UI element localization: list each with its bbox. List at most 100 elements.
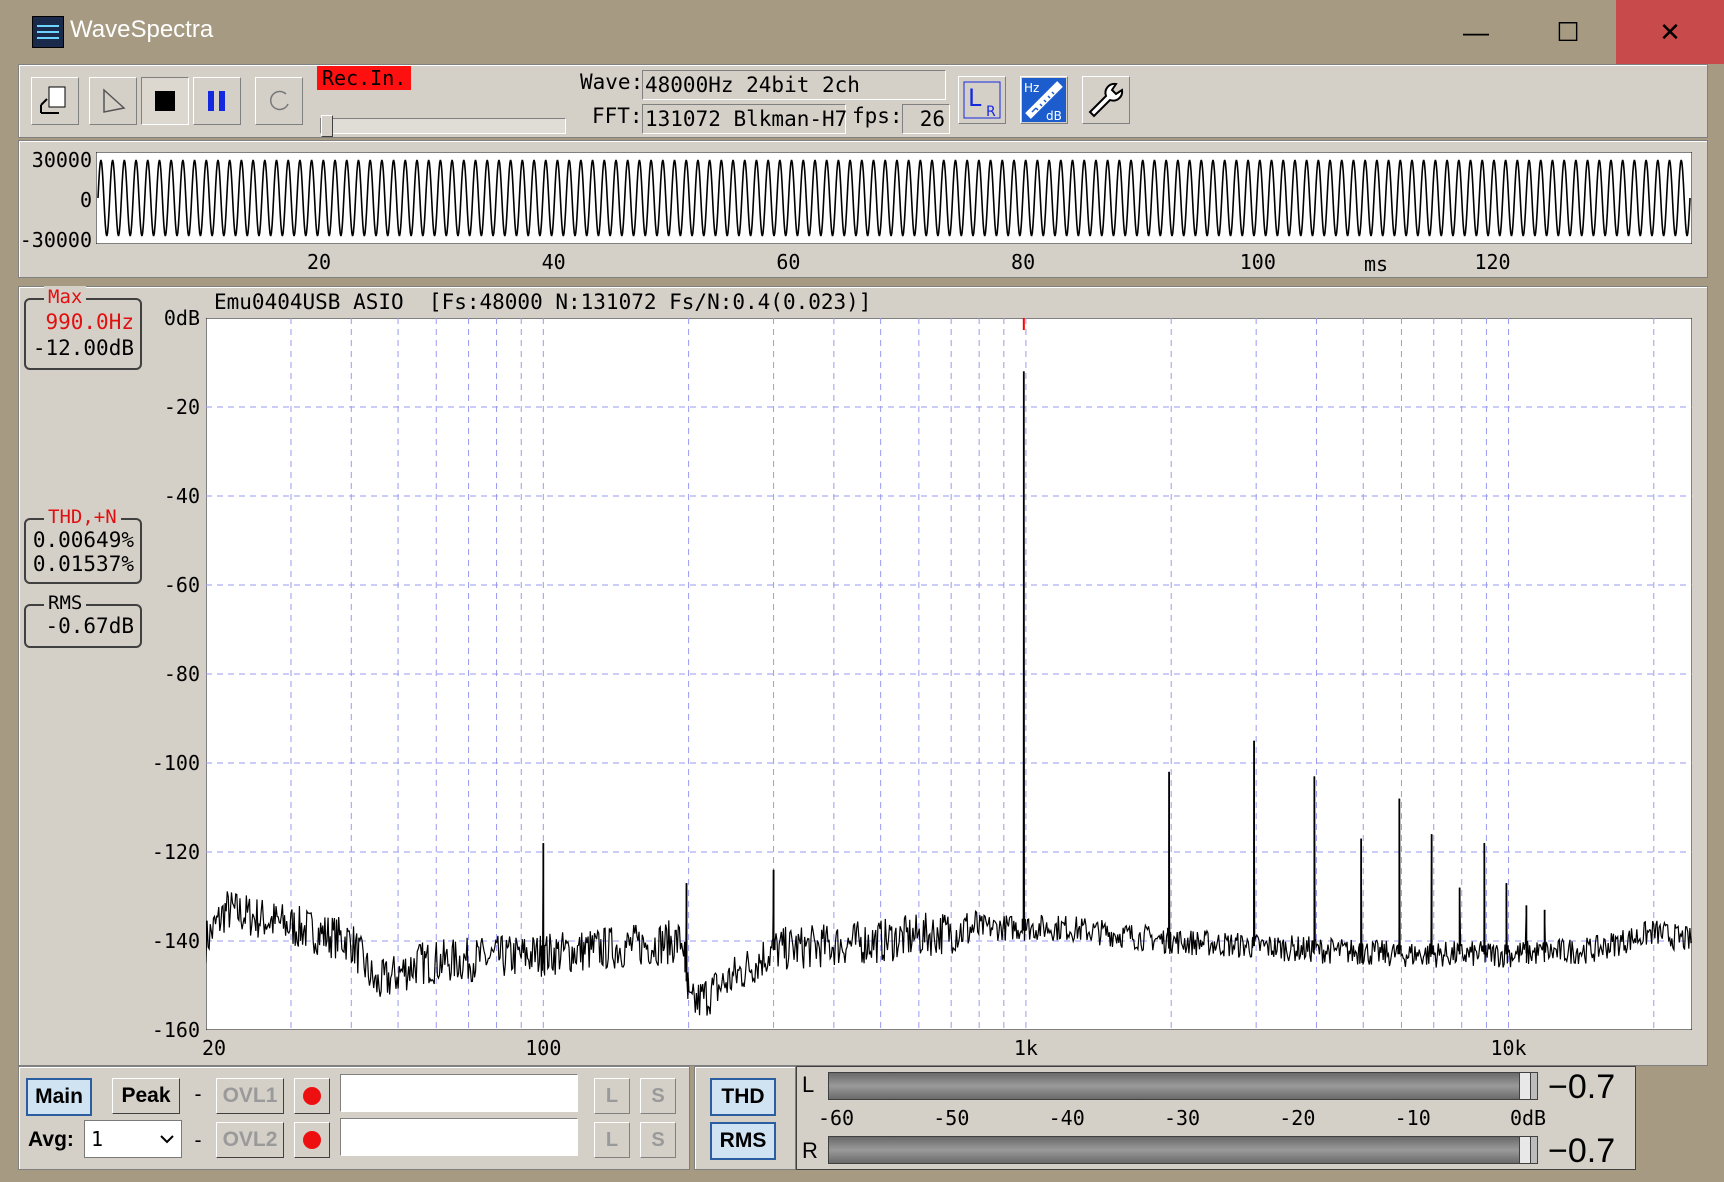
waveform-y-tick: -30000 <box>19 228 92 252</box>
ovl2-name-field[interactable] <box>340 1118 578 1156</box>
waveform-y-tick: 0 <box>79 188 92 212</box>
wavespectra-app-icon <box>32 16 64 48</box>
left-level-bar <box>828 1072 1538 1100</box>
position-slider[interactable] <box>320 115 566 137</box>
thdn-value: 0.01537% <box>32 552 134 576</box>
meter-scale-tick: -20 <box>1279 1106 1316 1130</box>
meter-scale-tick: -40 <box>1048 1106 1085 1130</box>
hz-db-ruler-icon: Hz dB <box>1022 78 1066 122</box>
spectrum-x-tick: 1k <box>1013 1036 1038 1060</box>
avg-select[interactable]: 1 <box>84 1120 182 1158</box>
right-level-value: −0.7 <box>1548 1132 1616 1170</box>
file-open-icon <box>40 86 66 114</box>
left-level-fill <box>829 1073 1519 1099</box>
rms-readout: RMS -0.67dB <box>24 592 142 648</box>
spectrum-y-tick: -60 <box>163 573 200 597</box>
ovl2-load-button[interactable]: L <box>594 1122 630 1158</box>
avg-label: Avg: <box>28 1128 74 1151</box>
maximize-icon: ☐ <box>1556 16 1580 47</box>
ovl1-name-field[interactable] <box>340 1074 578 1112</box>
svg-text:dB: dB <box>1046 109 1062 122</box>
left-peak-hold <box>1518 1072 1531 1100</box>
minimize-icon: — <box>1463 16 1489 47</box>
main-button[interactable]: Main <box>26 1078 92 1116</box>
thd-readout: THD,+N 0.00649% 0.01537% <box>24 506 142 584</box>
close-button[interactable]: ✕ <box>1616 0 1724 64</box>
meter-left-label: L <box>802 1072 815 1097</box>
right-peak-hold <box>1518 1136 1531 1164</box>
waveform-x-tick: 80 <box>1011 250 1036 274</box>
spectrum-plot[interactable] <box>206 318 1692 1030</box>
ovl1-load-button[interactable]: L <box>594 1078 630 1114</box>
waveform-x-tick: 120 <box>1474 250 1511 274</box>
avg-selected-value: 1 <box>91 1127 104 1151</box>
wrench-icon <box>1088 82 1124 118</box>
spectrum-y-tick: -40 <box>163 484 200 508</box>
thd-button[interactable]: THD <box>710 1078 776 1116</box>
dash-separator: - <box>192 1082 205 1106</box>
wave-label: Wave: <box>580 70 644 94</box>
spectrum-x-tick: 10k <box>1490 1036 1527 1060</box>
ovl2-record-button[interactable] <box>294 1122 330 1158</box>
meter-scale-tick: -50 <box>933 1106 970 1130</box>
fps-label: fps: <box>852 104 903 128</box>
meter-right-label: R <box>802 1138 818 1163</box>
ovl2-save-button[interactable]: S <box>640 1122 676 1158</box>
rms-button[interactable]: RMS <box>710 1122 776 1160</box>
rms-value: -0.67dB <box>45 614 134 638</box>
stop-button[interactable] <box>141 77 189 125</box>
minimize-button[interactable]: — <box>1430 0 1522 64</box>
spectrum-y-tick: -140 <box>151 929 200 953</box>
play-button[interactable] <box>89 77 137 125</box>
lr-channel-icon: L R <box>963 81 1001 120</box>
left-level-value: −0.7 <box>1548 1068 1616 1106</box>
repeat-button[interactable] <box>255 77 303 125</box>
title-bar: WaveSpectra — ☐ ✕ <box>0 0 1724 64</box>
svg-text:Hz: Hz <box>1024 81 1039 95</box>
dash-separator: - <box>192 1128 205 1152</box>
file-button[interactable] <box>31 77 79 125</box>
max-level: -12.00dB <box>32 336 134 360</box>
ovl2-button[interactable]: OVL2 <box>216 1122 284 1158</box>
svg-text:L: L <box>968 84 982 112</box>
meter-scale-tick: -10 <box>1394 1106 1431 1130</box>
max-readout: Max 990.0Hz -12.00dB <box>24 286 142 370</box>
play-icon <box>103 88 126 113</box>
max-frequency: 990.0Hz <box>45 310 134 334</box>
pause-icon <box>208 91 225 111</box>
pause-button[interactable] <box>193 77 241 125</box>
hz-db-scale-button[interactable]: Hz dB <box>1020 76 1068 124</box>
spectrum-x-tick: 100 <box>525 1036 562 1060</box>
waveform-x-tick: 100 <box>1239 250 1276 274</box>
maximize-button[interactable]: ☐ <box>1522 0 1614 64</box>
spectrum-device-header: Emu0404USB ASIO [Fs:48000 N:131072 Fs/N:… <box>214 290 872 314</box>
fft-setting-field[interactable]: 131072 Blkman-H7 <box>642 104 847 134</box>
record-dot-icon <box>303 1131 321 1149</box>
right-level-fill <box>829 1137 1519 1163</box>
ovl1-record-button[interactable] <box>294 1078 330 1114</box>
stop-icon <box>155 91 175 111</box>
close-icon: ✕ <box>1659 16 1681 47</box>
max-caption: Max <box>44 286 87 308</box>
fft-label: FFT: <box>592 104 643 128</box>
ovl1-button[interactable]: OVL1 <box>216 1078 284 1114</box>
repeat-icon <box>269 90 289 111</box>
spectrum-y-tick: -120 <box>151 840 200 864</box>
spectrum-y-tick: 0dB <box>163 306 200 330</box>
peak-button[interactable]: Peak <box>112 1078 180 1114</box>
waveform-plot[interactable] <box>96 152 1692 244</box>
ovl1-save-button[interactable]: S <box>640 1078 676 1114</box>
channel-lr-button[interactable]: L R <box>958 76 1006 124</box>
rms-caption: RMS <box>44 592 87 614</box>
meter-scale-tick: -60 <box>817 1106 855 1130</box>
record-dot-icon <box>303 1087 321 1105</box>
settings-button[interactable] <box>1082 76 1130 124</box>
thd-value: 0.00649% <box>32 528 134 552</box>
spectrum-y-tick: -20 <box>163 395 200 419</box>
waveform-unit-label: ms <box>1363 252 1389 276</box>
spectrum-y-tick: -160 <box>151 1018 200 1042</box>
waveform-y-tick: 30000 <box>31 148 92 172</box>
thd-caption: THD,+N <box>44 506 121 528</box>
slider-thumb[interactable] <box>321 115 333 137</box>
spectrum-y-tick: -100 <box>151 751 200 775</box>
